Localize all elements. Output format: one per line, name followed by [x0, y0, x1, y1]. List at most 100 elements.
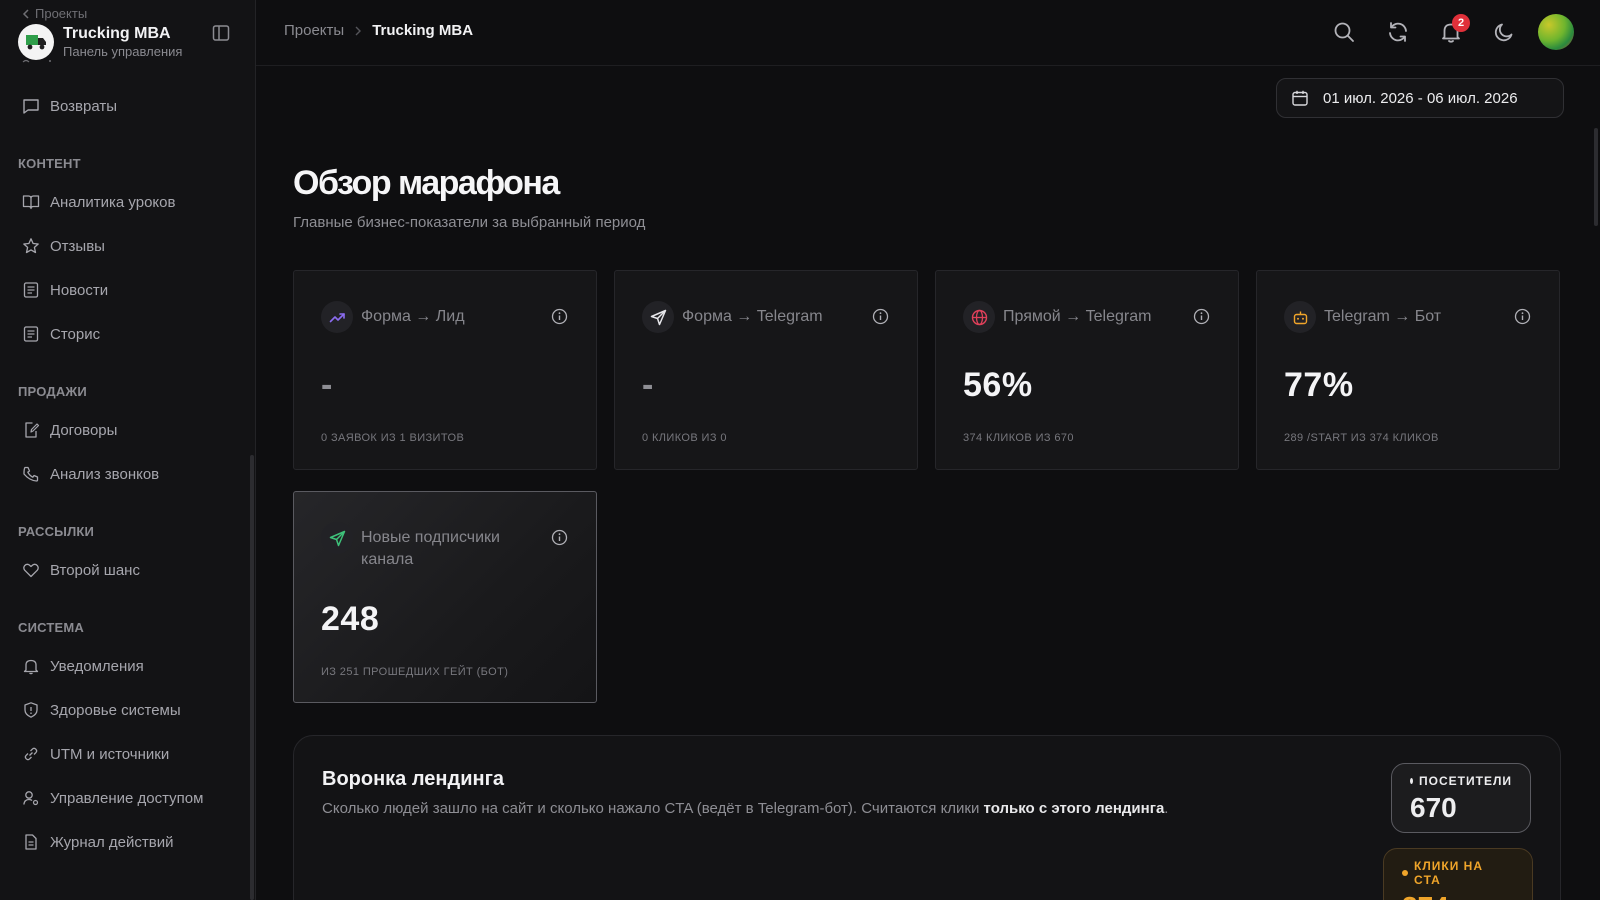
- search-icon[interactable]: [1332, 20, 1356, 44]
- sidebar-item-label: Договоры: [50, 421, 118, 439]
- truck-logo-icon: [18, 24, 54, 60]
- card-title: Telegram → Бот: [1324, 308, 1442, 325]
- card-title: Прямой → Telegram: [1003, 308, 1152, 325]
- cta-clicks-stat: КЛИКИ НА CTA 374: [1383, 848, 1533, 900]
- trending-up-icon: [321, 301, 353, 333]
- breadcrumb: Проекты Trucking MBA: [284, 22, 473, 39]
- landing-funnel-panel: Воронка лендинга Сколько людей зашло на …: [293, 735, 1561, 900]
- breadcrumb-current: Trucking MBA: [372, 22, 474, 39]
- sidebar-item-news[interactable]: Новости: [0, 268, 255, 312]
- funnel-desc-text: Сколько людей зашло на сайт и сколько на…: [322, 800, 984, 817]
- sidebar-item-utm[interactable]: UTM и источники: [0, 732, 255, 776]
- sidebar-item-audit[interactable]: Журнал действий: [0, 820, 255, 864]
- send-icon: [321, 522, 353, 554]
- chevron-left-icon: [22, 8, 29, 19]
- sidebar-item-second-chance[interactable]: Второй шанс: [0, 548, 255, 592]
- user-avatar[interactable]: [1538, 14, 1574, 50]
- card-meta: 374 кликов из 670: [963, 432, 1074, 444]
- sidebar-item-reviews[interactable]: Отзывы: [0, 224, 255, 268]
- sidebar-item-label: Новости: [50, 281, 109, 299]
- sidebar-item-label: Возвраты: [50, 97, 118, 115]
- info-icon[interactable]: [1514, 308, 1531, 325]
- visitors-stat: ПОСЕТИТЕЛИ 670: [1391, 763, 1531, 833]
- funnel-desc-bold: только с этого лендинга: [983, 800, 1165, 817]
- section-system: СИСТЕМА: [18, 620, 85, 635]
- sidebar-item-label: Здоровье системы: [50, 701, 181, 719]
- star-icon: [23, 238, 39, 254]
- sidebar-toggle-icon[interactable]: [212, 24, 230, 42]
- card-meta: 0 заявок из 1 визитов: [321, 432, 465, 444]
- card-value: 56%: [963, 366, 1033, 404]
- globe-icon: [963, 301, 995, 333]
- date-range-label: 01 июл. 2026 - 06 июл. 2026: [1323, 89, 1518, 107]
- back-label: Проекты: [35, 6, 88, 21]
- info-icon[interactable]: [551, 529, 568, 546]
- message-square-icon: [23, 99, 39, 114]
- sidebar-item-label: Управление доступом: [50, 789, 204, 807]
- info-icon[interactable]: [872, 308, 889, 325]
- card-meta: из 251 прошедших гейт (бот): [321, 666, 509, 678]
- section-sales: ПРОДАЖИ: [18, 384, 87, 399]
- sidebar-scrollbar[interactable]: [250, 455, 254, 900]
- page-title: Обзор марафона: [293, 164, 560, 202]
- sidebar-item-contracts[interactable]: Договоры: [0, 408, 255, 452]
- breadcrumb-projects[interactable]: Проекты: [284, 22, 344, 39]
- phone-icon: [23, 466, 39, 482]
- card-value: -: [642, 366, 654, 404]
- sidebar-item-returns[interactable]: Возвраты: [0, 84, 255, 128]
- visitors-label: ПОСЕТИТЕЛИ: [1419, 774, 1512, 788]
- card-value: 248: [321, 600, 380, 638]
- card-value: -: [321, 366, 333, 404]
- link-icon: [24, 747, 38, 761]
- sidebar-item-stories[interactable]: Сторис: [0, 312, 255, 356]
- bell-icon: [23, 659, 39, 675]
- brand[interactable]: Trucking MBA Панель управления: [18, 24, 182, 60]
- sidebar-item-label: Уведомления: [50, 657, 144, 675]
- newspaper-icon: [23, 282, 39, 298]
- page-subtitle: Главные бизнес-показатели за выбранный п…: [293, 214, 646, 231]
- file-text-icon: [25, 834, 37, 850]
- back-to-projects-link[interactable]: Проекты: [22, 6, 87, 21]
- dot-icon: [1410, 778, 1414, 784]
- sidebar-item-label: Анализ звонков: [50, 465, 160, 483]
- card-title: Форма → Telegram: [682, 308, 823, 325]
- refresh-icon[interactable]: [1386, 20, 1410, 44]
- card-title: Новые подписчики канала: [361, 529, 500, 568]
- app-root: Проекты Trucking MBA Панель управления В…: [0, 0, 1600, 900]
- card-meta: 0 кликов из 0: [642, 432, 727, 444]
- sidebar-item-lessons[interactable]: Аналитика уроков: [0, 180, 255, 224]
- funnel-description: Сколько людей зашло на сайт и сколько на…: [322, 798, 1182, 820]
- visitors-value: 670: [1410, 792, 1457, 823]
- sidebar-item-label: Второй шанс: [50, 561, 140, 579]
- metric-card-new-subscribers[interactable]: Новые подписчики канала 248 из 251 проше…: [293, 491, 597, 703]
- user-cog-icon: [23, 791, 39, 806]
- sidebar-nav: Возвраты КОНТЕНТ Аналитика уроков Отзывы…: [0, 84, 255, 864]
- shield-icon: [24, 702, 38, 718]
- info-icon[interactable]: [1193, 308, 1210, 325]
- sidebar-item-notifications[interactable]: Уведомления: [0, 644, 255, 688]
- funnel-title: Воронка лендинга: [322, 768, 505, 790]
- info-icon[interactable]: [551, 308, 568, 325]
- funnel-desc-end: .: [1164, 800, 1169, 817]
- metric-card-telegram-bot[interactable]: Telegram → Бот 77% 289 /start из 374 кли…: [1256, 270, 1560, 470]
- sidebar-item-access[interactable]: Управление доступом: [0, 776, 255, 820]
- sidebar-item-label: Отзывы: [50, 237, 105, 255]
- metric-card-direct-telegram[interactable]: Прямой → Telegram 56% 374 кликов из 670: [935, 270, 1239, 470]
- card-meta: 289 /start из 374 кликов: [1284, 432, 1439, 444]
- sidebar-item-calls[interactable]: Анализ звонков: [0, 452, 255, 496]
- sidebar: Проекты Trucking MBA Панель управления В…: [0, 0, 256, 900]
- metric-card-form-lead[interactable]: Форма → Лид - 0 заявок из 1 визитов: [293, 270, 597, 470]
- card-title: Форма → Лид: [361, 308, 465, 325]
- send-icon: [642, 301, 674, 333]
- moon-icon[interactable]: [1492, 20, 1516, 44]
- sidebar-item-label: Аналитика уроков: [50, 193, 176, 211]
- metric-card-form-telegram[interactable]: Форма → Telegram - 0 кликов из 0: [614, 270, 918, 470]
- calendar-icon: [1292, 90, 1308, 106]
- sidebar-item-label: Сторис: [50, 325, 101, 343]
- sidebar-item-health[interactable]: Здоровье системы: [0, 688, 255, 732]
- main-scrollbar[interactable]: [1594, 128, 1598, 226]
- date-range-picker[interactable]: 01 июл. 2026 - 06 июл. 2026: [1276, 78, 1564, 118]
- cta-label: КЛИКИ НА CTA: [1414, 859, 1483, 887]
- book-open-icon: [22, 195, 40, 210]
- sidebar-item-label: UTM и источники: [50, 745, 170, 763]
